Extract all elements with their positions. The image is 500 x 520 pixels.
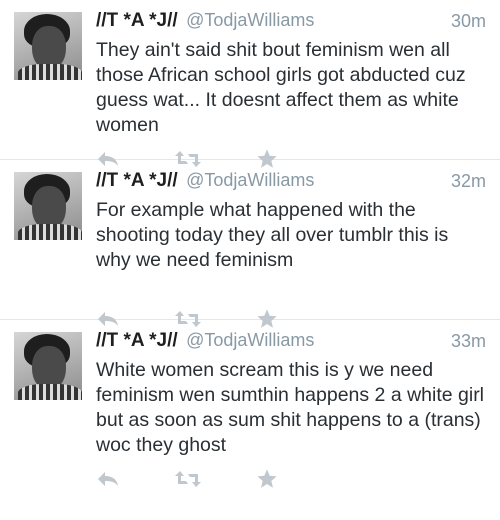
tweet-content: //T *A *J// @TodjaWilliams 32m For examp… — [96, 170, 486, 273]
tweet-content: //T *A *J// @TodjaWilliams 30m They ain'… — [96, 10, 486, 138]
display-name[interactable]: //T *A *J// — [96, 10, 178, 31]
tweet-header: //T *A *J// @TodjaWilliams 33m — [96, 330, 486, 358]
retweet-icon[interactable] — [174, 470, 202, 488]
tweet[interactable]: //T *A *J// @TodjaWilliams 33m White wom… — [0, 320, 500, 520]
timestamp: 32m — [450, 171, 486, 191]
tweet-text: White women scream this is y we need fem… — [96, 359, 485, 456]
reply-icon[interactable] — [96, 470, 120, 488]
username[interactable]: @TodjaWilliams — [186, 10, 314, 30]
avatar[interactable] — [14, 172, 82, 240]
tweet-content: //T *A *J// @TodjaWilliams 33m White wom… — [96, 330, 486, 458]
avatar[interactable] — [14, 332, 82, 400]
tweet-text: They ain't said shit bout feminism wen a… — [96, 39, 466, 136]
tweet-actions — [96, 468, 278, 490]
timestamp: 33m — [450, 331, 486, 351]
username[interactable]: @TodjaWilliams — [186, 170, 314, 190]
tweet-header: //T *A *J// @TodjaWilliams 30m — [96, 10, 486, 38]
tweet[interactable]: //T *A *J// @TodjaWilliams 30m They ain'… — [0, 0, 500, 168]
avatar[interactable] — [14, 12, 82, 80]
display-name[interactable]: //T *A *J// — [96, 330, 178, 351]
display-name[interactable]: //T *A *J// — [96, 170, 178, 191]
tweet-text: For example what happened with the shoot… — [96, 199, 449, 271]
tweet-header: //T *A *J// @TodjaWilliams 32m — [96, 170, 486, 198]
star-icon[interactable] — [256, 468, 278, 490]
username[interactable]: @TodjaWilliams — [186, 330, 314, 350]
timeline: //T *A *J// @TodjaWilliams 30m They ain'… — [0, 0, 500, 520]
tweet[interactable]: //T *A *J// @TodjaWilliams 32m For examp… — [0, 160, 500, 328]
timestamp: 30m — [450, 11, 486, 31]
